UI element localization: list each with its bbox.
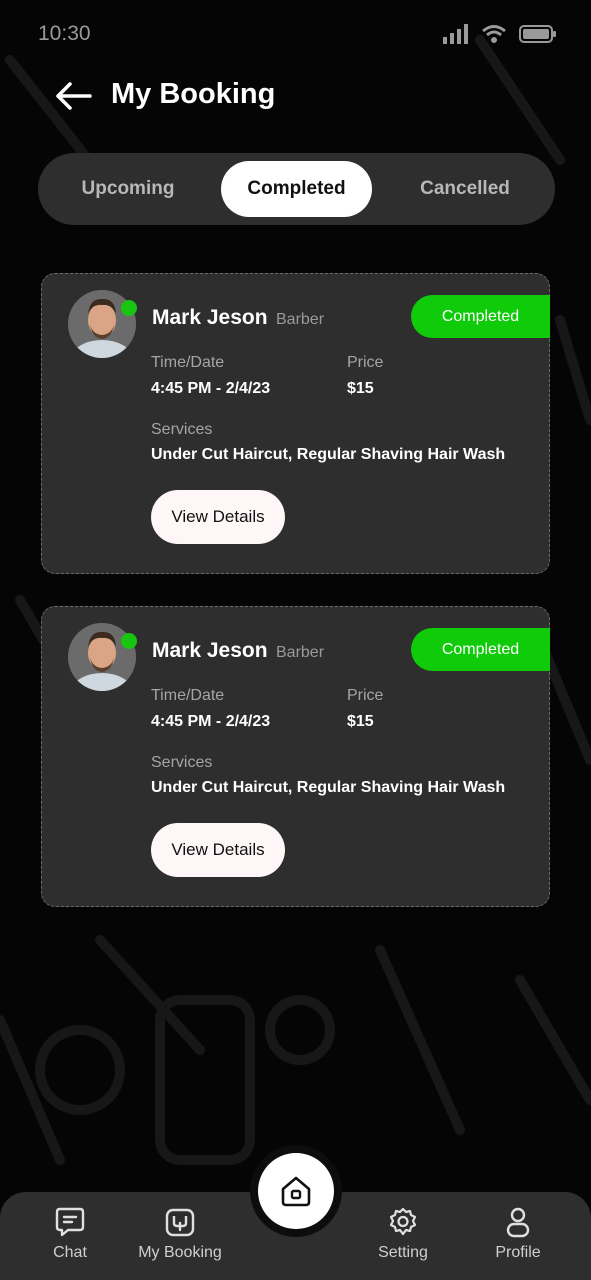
view-details-button[interactable]: View Details: [151, 490, 285, 544]
barber-name: Mark Jeson: [152, 306, 268, 329]
tab-completed[interactable]: Completed: [221, 161, 372, 217]
price-label: Price: [347, 354, 384, 371]
user-icon: [506, 1207, 530, 1238]
booking-tabs: Upcoming Completed Cancelled: [38, 153, 555, 225]
battery-icon: [519, 25, 556, 43]
services-label: Services: [151, 754, 213, 771]
time-value: 4:45 PM - 2/4/23: [151, 380, 271, 397]
nav-item-profile[interactable]: Profile: [488, 1206, 548, 1262]
back-arrow-icon[interactable]: [54, 80, 92, 112]
online-indicator: [121, 633, 137, 649]
time-value: 4:45 PM - 2/4/23: [151, 713, 271, 730]
services-value: Under Cut Haircut, Regular Shaving Hair …: [151, 446, 506, 463]
home-button[interactable]: [258, 1153, 334, 1229]
price-value: $15: [347, 713, 374, 730]
barber-role: Barber: [276, 311, 325, 328]
nav-label-setting: Setting: [378, 1244, 428, 1261]
time-label: Time/Date: [151, 687, 225, 704]
nav-item-my-booking[interactable]: My Booking: [130, 1206, 230, 1262]
status-time: 10:30: [38, 22, 91, 45]
status-badge: Completed: [411, 628, 550, 671]
view-details-button[interactable]: View Details: [151, 823, 285, 877]
services-label: Services: [151, 421, 213, 438]
chat-icon: [55, 1207, 85, 1237]
services-value: Under Cut Haircut, Regular Shaving Hair …: [151, 779, 506, 796]
nav-item-setting[interactable]: Setting: [368, 1206, 438, 1262]
time-label: Time/Date: [151, 354, 225, 371]
booking-icon: [165, 1208, 195, 1237]
tab-upcoming[interactable]: Upcoming: [68, 161, 188, 217]
booking-card: Mark Jeson Barber Completed Time/Date 4:…: [41, 273, 550, 574]
header: My Booking: [0, 70, 591, 122]
status-badge: Completed: [411, 295, 550, 338]
barber-name: Mark Jeson: [152, 639, 268, 662]
online-indicator: [121, 300, 137, 316]
signal-icon: [443, 24, 468, 44]
price-value: $15: [347, 380, 374, 397]
nav-label-my-booking: My Booking: [138, 1244, 222, 1261]
status-icons: [443, 24, 557, 44]
tab-cancelled[interactable]: Cancelled: [400, 161, 530, 217]
barber-role: Barber: [276, 644, 325, 661]
nav-label-profile: Profile: [495, 1244, 541, 1261]
nav-label-chat: Chat: [53, 1244, 87, 1261]
page-title: My Booking: [111, 78, 276, 110]
wifi-icon: [482, 25, 506, 43]
home-icon: [281, 1176, 311, 1207]
nav-item-chat[interactable]: Chat: [40, 1206, 100, 1262]
gear-icon: [389, 1207, 417, 1236]
status-bar: 10:30: [0, 0, 591, 70]
booking-card: Mark Jeson Barber Completed Time/Date 4:…: [41, 606, 550, 907]
price-label: Price: [347, 687, 384, 704]
